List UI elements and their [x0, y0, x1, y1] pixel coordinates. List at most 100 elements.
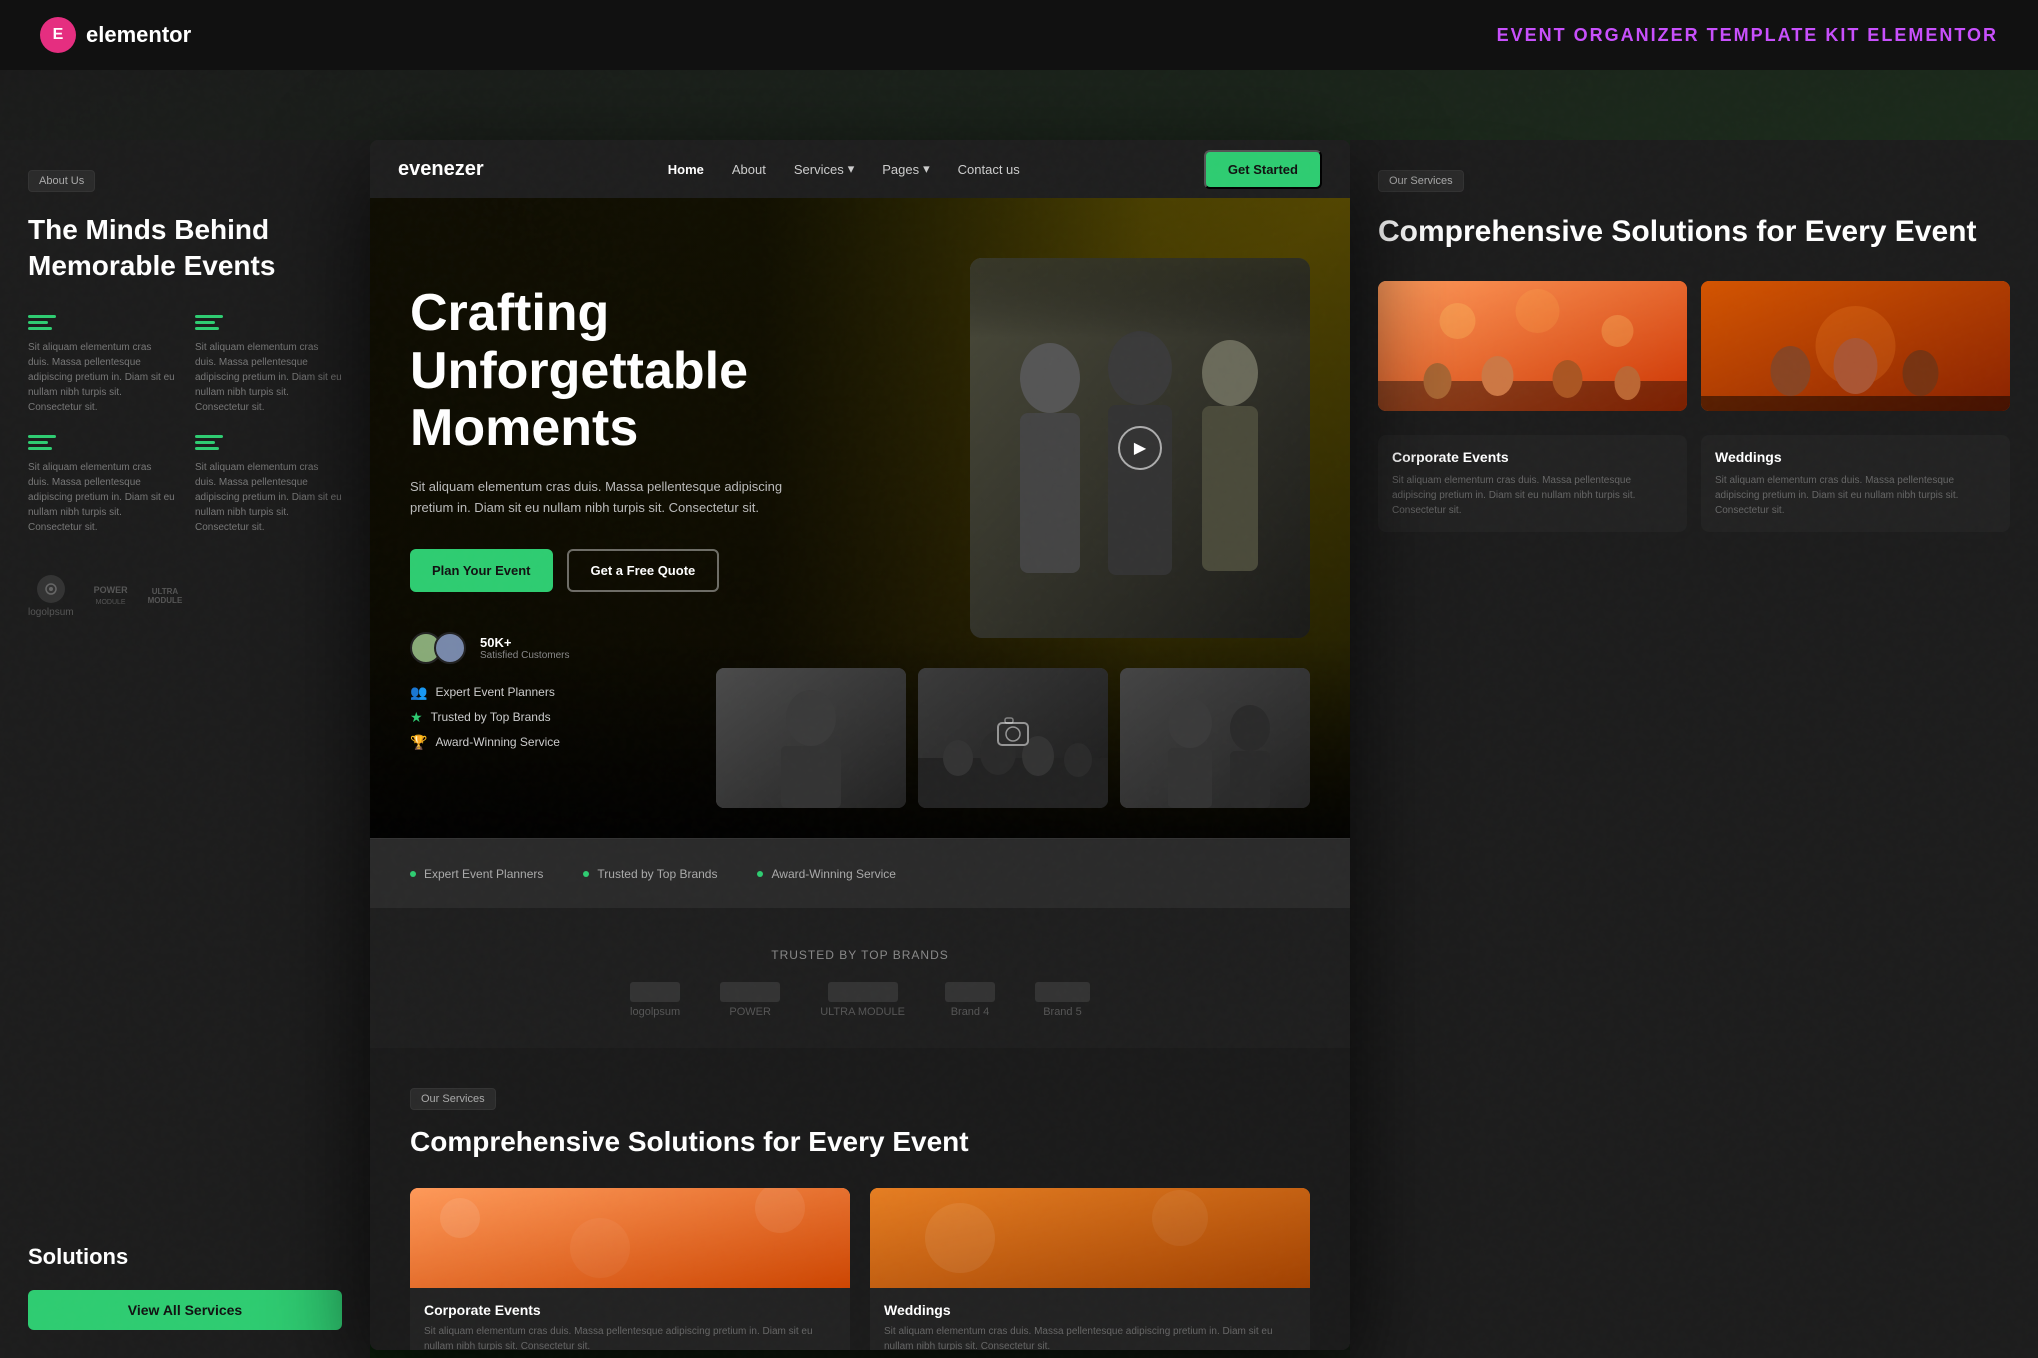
- feature-label-3: Award-Winning Service: [435, 735, 560, 749]
- bar-6: [195, 327, 219, 330]
- feature-item-3: Sit aliquam elementum cras duis. Massa p…: [28, 435, 175, 535]
- service-image-1: [410, 1188, 850, 1288]
- nav-pages-dropdown[interactable]: Pages ▾: [882, 161, 929, 177]
- top-bar: E elementor EVENT ORGANIZER TEMPLATE KIT…: [0, 0, 2038, 70]
- solutions-title: Solutions: [28, 1244, 342, 1270]
- trust-brand-5: Brand 5: [1035, 982, 1090, 1018]
- service-desc-2: Sit aliquam elementum cras duis. Massa p…: [884, 1324, 1296, 1350]
- nav-services-chevron-icon: ▾: [848, 161, 855, 177]
- center-panel-website: evenezer Home About Services ▾ Pages ▾ C…: [370, 140, 1350, 1350]
- thumbnail-2: [918, 668, 1108, 808]
- bar-7: [28, 435, 56, 438]
- thumb-inner-3: [1120, 668, 1310, 808]
- site-nav: evenezer Home About Services ▾ Pages ▾ C…: [370, 140, 1350, 198]
- stat-text-2: Trusted by Top Brands: [597, 867, 717, 881]
- avatar-stack: [410, 632, 466, 664]
- stat-text-1: Expert Event Planners: [424, 867, 543, 881]
- site-logo: evenezer: [398, 158, 484, 181]
- bar-3: [28, 327, 52, 330]
- brand-name-2: POWERMODULE: [94, 585, 128, 607]
- hero-thumbnails: [716, 668, 1310, 808]
- corporate-event-img: [410, 1188, 850, 1288]
- right-panel-title: Comprehensive Solutions for Every Event: [1378, 212, 2010, 251]
- nav-home[interactable]: Home: [668, 162, 704, 177]
- service-thumb-img-1: [1378, 281, 1687, 411]
- stat-item-3: Award-Winning Service: [757, 867, 896, 881]
- services-title-center: Comprehensive Solutions for Every Event: [410, 1126, 1310, 1158]
- bar-1: [28, 315, 56, 318]
- background-area: EVENEZER EVENEZER About Us The Minds Beh…: [0, 70, 2038, 1358]
- nav-services-dropdown[interactable]: Services ▾: [794, 161, 854, 177]
- stat-info: 50K+ Satisfied Customers: [480, 635, 569, 661]
- service-thumb-2: [1701, 281, 2010, 411]
- brand-icon-1: [44, 582, 58, 596]
- play-button-overlay[interactable]: ▶: [1118, 426, 1162, 470]
- hero-right-image: ▶: [970, 258, 1310, 638]
- service-name-1: Corporate Events: [424, 1302, 836, 1318]
- brand-shape-5: [1035, 982, 1090, 1002]
- feature-text-3: Sit aliquam elementum cras duis. Massa p…: [28, 460, 175, 535]
- stat-item-1: Expert Event Planners: [410, 867, 543, 881]
- trust-brand-name-4: Brand 4: [951, 1006, 990, 1018]
- stat-count: 50K+: [480, 635, 569, 650]
- nav-get-started-button[interactable]: Get Started: [1204, 150, 1322, 189]
- brand-logos-row: logolpsum POWERMODULE ULTRAMODULE: [28, 575, 342, 618]
- get-free-quote-button[interactable]: Get a Free Quote: [567, 549, 720, 592]
- bar-2: [28, 321, 48, 324]
- services-badge-center: Our Services: [410, 1088, 496, 1110]
- nav-about[interactable]: About: [732, 162, 766, 177]
- trust-brand-1: logolpsum: [630, 982, 680, 1018]
- service-desc-1: Sit aliquam elementum cras duis. Massa p…: [424, 1324, 836, 1350]
- stat-dot-2: [583, 871, 589, 877]
- brand-name-1: logolpsum: [28, 607, 74, 618]
- wedding-img: [870, 1188, 1310, 1288]
- service-thumb-1: [1378, 281, 1687, 411]
- thumb-inner-2: [918, 668, 1108, 808]
- brand-shape-3: [828, 982, 898, 1002]
- elementor-brand-name: elementor: [86, 22, 191, 48]
- feature-label-2: Trusted by Top Brands: [431, 710, 551, 724]
- trust-brand-2: POWER: [720, 982, 780, 1018]
- people-photo: ▶: [970, 258, 1310, 638]
- feature-bars-icon-4: [195, 435, 342, 450]
- feature-item-1: Sit aliquam elementum cras duis. Massa p…: [28, 315, 175, 415]
- elementor-logo: E elementor: [40, 17, 191, 53]
- nav-links: Home About Services ▾ Pages ▾ Contact us: [668, 161, 1020, 177]
- about-badge: About Us: [28, 170, 95, 192]
- thumbnail-3: [1120, 668, 1310, 808]
- award-icon: 🏆: [410, 734, 427, 751]
- service-card-2: Weddings Sit aliquam elementum cras duis…: [870, 1188, 1310, 1350]
- view-all-services-button[interactable]: View All Services: [28, 1290, 342, 1330]
- bar-11: [195, 441, 215, 444]
- thumb-image-3: [1120, 668, 1310, 808]
- brand-logo-2: POWERMODULE: [94, 585, 128, 607]
- bar-5: [195, 321, 215, 324]
- nav-contact[interactable]: Contact us: [958, 162, 1020, 177]
- star-icon: ★: [410, 709, 423, 726]
- service-info-2: Weddings Sit aliquam elementum cras duis…: [870, 1288, 1310, 1350]
- plan-event-button[interactable]: Plan Your Event: [410, 549, 553, 592]
- elementor-icon-letter: E: [53, 26, 64, 44]
- thumb-image-1: [716, 668, 906, 808]
- service-cards-row: Corporate Events Sit aliquam elementum c…: [1378, 435, 2010, 546]
- bar-12: [195, 447, 219, 450]
- feature-text-4: Sit aliquam elementum cras duis. Massa p…: [195, 460, 342, 535]
- nav-pages-label: Pages: [882, 162, 919, 177]
- feature-text-2: Sit aliquam elementum cras duis. Massa p…: [195, 340, 342, 415]
- service-card-1: Corporate Events Sit aliquam elementum c…: [410, 1188, 850, 1350]
- right-panel: Our Services Comprehensive Solutions for…: [1350, 140, 2038, 1358]
- people-icon: 👥: [410, 684, 427, 701]
- stat-text-3: Award-Winning Service: [771, 867, 896, 881]
- bar-4: [195, 315, 223, 318]
- trust-brand-name-2: POWER: [729, 1006, 771, 1018]
- stat-item-2: Trusted by Top Brands: [583, 867, 717, 881]
- hero-stats: 50K+ Satisfied Customers: [410, 632, 790, 664]
- brand-shape-4: [945, 982, 995, 1002]
- hero-subtitle: Sit aliquam elementum cras duis. Massa p…: [410, 477, 790, 519]
- sc-name-corporate: Corporate Events: [1392, 449, 1673, 465]
- trust-brand-name-5: Brand 5: [1043, 1006, 1082, 1018]
- thumb-inner-1: [716, 668, 906, 808]
- stat-dot-1: [410, 871, 416, 877]
- feature-item-2: Sit aliquam elementum cras duis. Massa p…: [195, 315, 342, 415]
- trust-brand-3: ULTRA MODULE: [820, 982, 905, 1018]
